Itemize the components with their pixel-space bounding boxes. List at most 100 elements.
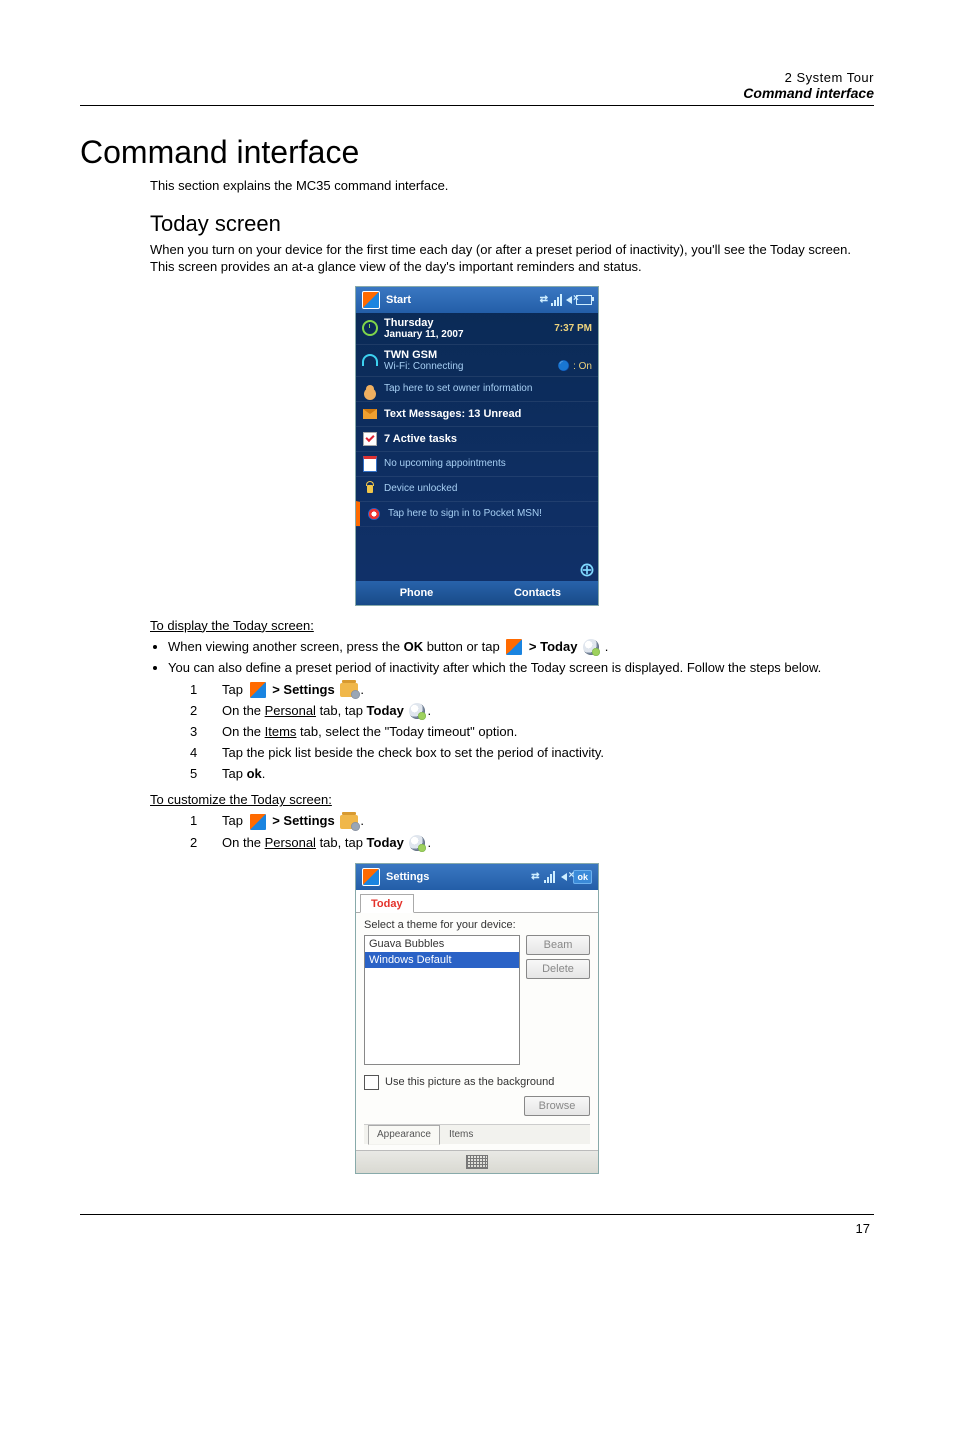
bullet1-ok: OK (404, 639, 424, 654)
c-step1-num: 1 (190, 811, 202, 831)
battery-icon (576, 295, 592, 305)
settings-title-bar: Settings ⇄ ok (356, 864, 598, 890)
today-lock: Device unlocked (384, 483, 592, 494)
bullet1-arrow: > (525, 639, 540, 654)
envelope-icon (362, 406, 378, 422)
s3-u: Items (265, 724, 297, 739)
browse-button: Browse (524, 1096, 590, 1116)
footer-rule (80, 1214, 874, 1215)
settings-top-tabs: Today (356, 890, 598, 913)
today-icon (583, 639, 599, 655)
bottom-tab-appearance: Appearance (368, 1125, 440, 1145)
today-messages-row: Text Messages: 13 Unread (356, 401, 598, 426)
volume-muted-icon (566, 296, 572, 304)
s2-today: Today (367, 703, 408, 718)
softkey-phone: Phone (356, 581, 477, 605)
today-owner: Tap here to set owner information (384, 383, 592, 394)
start-icon (249, 813, 267, 831)
section-title: Command interface (80, 134, 874, 171)
s1-pre: Tap (222, 682, 247, 697)
step2-num: 2 (190, 701, 202, 721)
bullet-2: You can also define a preset period of i… (168, 658, 874, 678)
msn-icon (366, 506, 382, 522)
s2-mid: tab, tap (316, 703, 367, 718)
today-date-full: January 11, 2007 (384, 329, 548, 340)
lock-icon (362, 481, 378, 497)
volume-icon (561, 873, 567, 881)
s2-u: Personal (265, 703, 316, 718)
today-lock-row: Device unlocked (356, 476, 598, 501)
bullet1-end: . (601, 639, 608, 654)
today-title-bar: Start ⇄ (356, 287, 598, 313)
to-display-title: To display the Today screen: (150, 618, 874, 633)
s2-end: . (427, 703, 431, 718)
bottom-tab-items: Items (440, 1125, 482, 1144)
today-tasks: 7 Active tasks (384, 433, 592, 445)
clock-icon (362, 320, 378, 336)
today-msn-row: Tap here to sign in to Pocket MSN! (356, 501, 598, 526)
start-flag-icon (362, 868, 380, 886)
to-customize-title: To customize the Today screen: (150, 792, 874, 807)
ok-button: ok (573, 870, 592, 884)
today-softkeys: Phone Contacts (356, 581, 598, 605)
settings-screen-figure: Settings ⇄ ok Today Select a theme for y… (355, 863, 599, 1174)
s5-pre: Tap (222, 766, 247, 781)
keyboard-icon (466, 1155, 488, 1169)
today-gsm: TWN GSM (384, 349, 592, 361)
data-arrows-icon: ⇄ (531, 871, 538, 882)
today-msn: Tap here to sign in to Pocket MSN! (388, 508, 592, 519)
s3-pre: On the (222, 724, 265, 739)
today-date-day: Thursday (384, 317, 548, 329)
c2-mid: tab, tap (316, 835, 367, 850)
settings-title-text: Settings (386, 871, 525, 883)
step4-num: 4 (190, 743, 202, 763)
calendar-icon (362, 456, 378, 472)
settings-icon (340, 815, 358, 829)
person-icon (362, 381, 378, 397)
theme-label: Select a theme for your device: (364, 919, 590, 931)
today-appts: No upcoming appointments (384, 458, 592, 469)
today-bt: 🔵 : On (558, 361, 592, 372)
step5-num: 5 (190, 764, 202, 784)
settings-bottom-tabs: Appearance Items (364, 1124, 590, 1144)
delete-button: Delete (526, 959, 590, 979)
intro-text: This section explains the MC35 command i… (150, 177, 874, 195)
softkey-contacts: Contacts (477, 581, 598, 605)
today-tasks-row: 7 Active tasks (356, 426, 598, 451)
c1-settings: Settings (283, 813, 338, 828)
c1-arrow: > (269, 813, 284, 828)
data-arrows-icon: ⇄ (540, 294, 547, 305)
sip-icon (580, 563, 594, 577)
start-flag-icon (362, 291, 380, 309)
top-tab-today: Today (360, 894, 414, 913)
today-wifi: Wi-Fi: Connecting (384, 361, 463, 372)
start-icon (249, 681, 267, 699)
theme-item-1: Guava Bubbles (365, 936, 519, 952)
today-icon (409, 703, 425, 719)
check-icon (362, 431, 378, 447)
today-date-row: Thursday January 11, 2007 7:37 PM (356, 313, 598, 344)
today-time: 7:37 PM (554, 323, 592, 334)
s1-arrow: > (269, 682, 284, 697)
s1-settings: Settings (283, 682, 338, 697)
page-number: 17 (80, 1221, 874, 1236)
s4-text: Tap the pick list beside the check box t… (222, 743, 604, 763)
subsection-text: When you turn on your device for the fir… (150, 241, 874, 276)
today-screen-figure: Start ⇄ Thursday January 11, 2007 7:37 P… (355, 286, 599, 606)
today-title-text: Start (386, 294, 534, 306)
bullet-1: When viewing another screen, press the O… (168, 637, 874, 657)
s2-pre: On the (222, 703, 265, 718)
signal-icon (551, 294, 562, 306)
step1-num: 1 (190, 680, 202, 700)
start-icon (505, 638, 523, 656)
bullet1-today: Today (540, 639, 577, 654)
today-owner-row: Tap here to set owner information (356, 376, 598, 401)
c2-u: Personal (265, 835, 316, 850)
settings-footer (356, 1150, 598, 1173)
header-chapter: 2 System Tour (80, 70, 874, 85)
step3-num: 3 (190, 722, 202, 742)
theme-item-2: Windows Default (365, 952, 519, 968)
subsection-title: Today screen (150, 211, 874, 237)
settings-icon (340, 683, 358, 697)
s3-end: tab, select the "Today timeout" option. (296, 724, 517, 739)
